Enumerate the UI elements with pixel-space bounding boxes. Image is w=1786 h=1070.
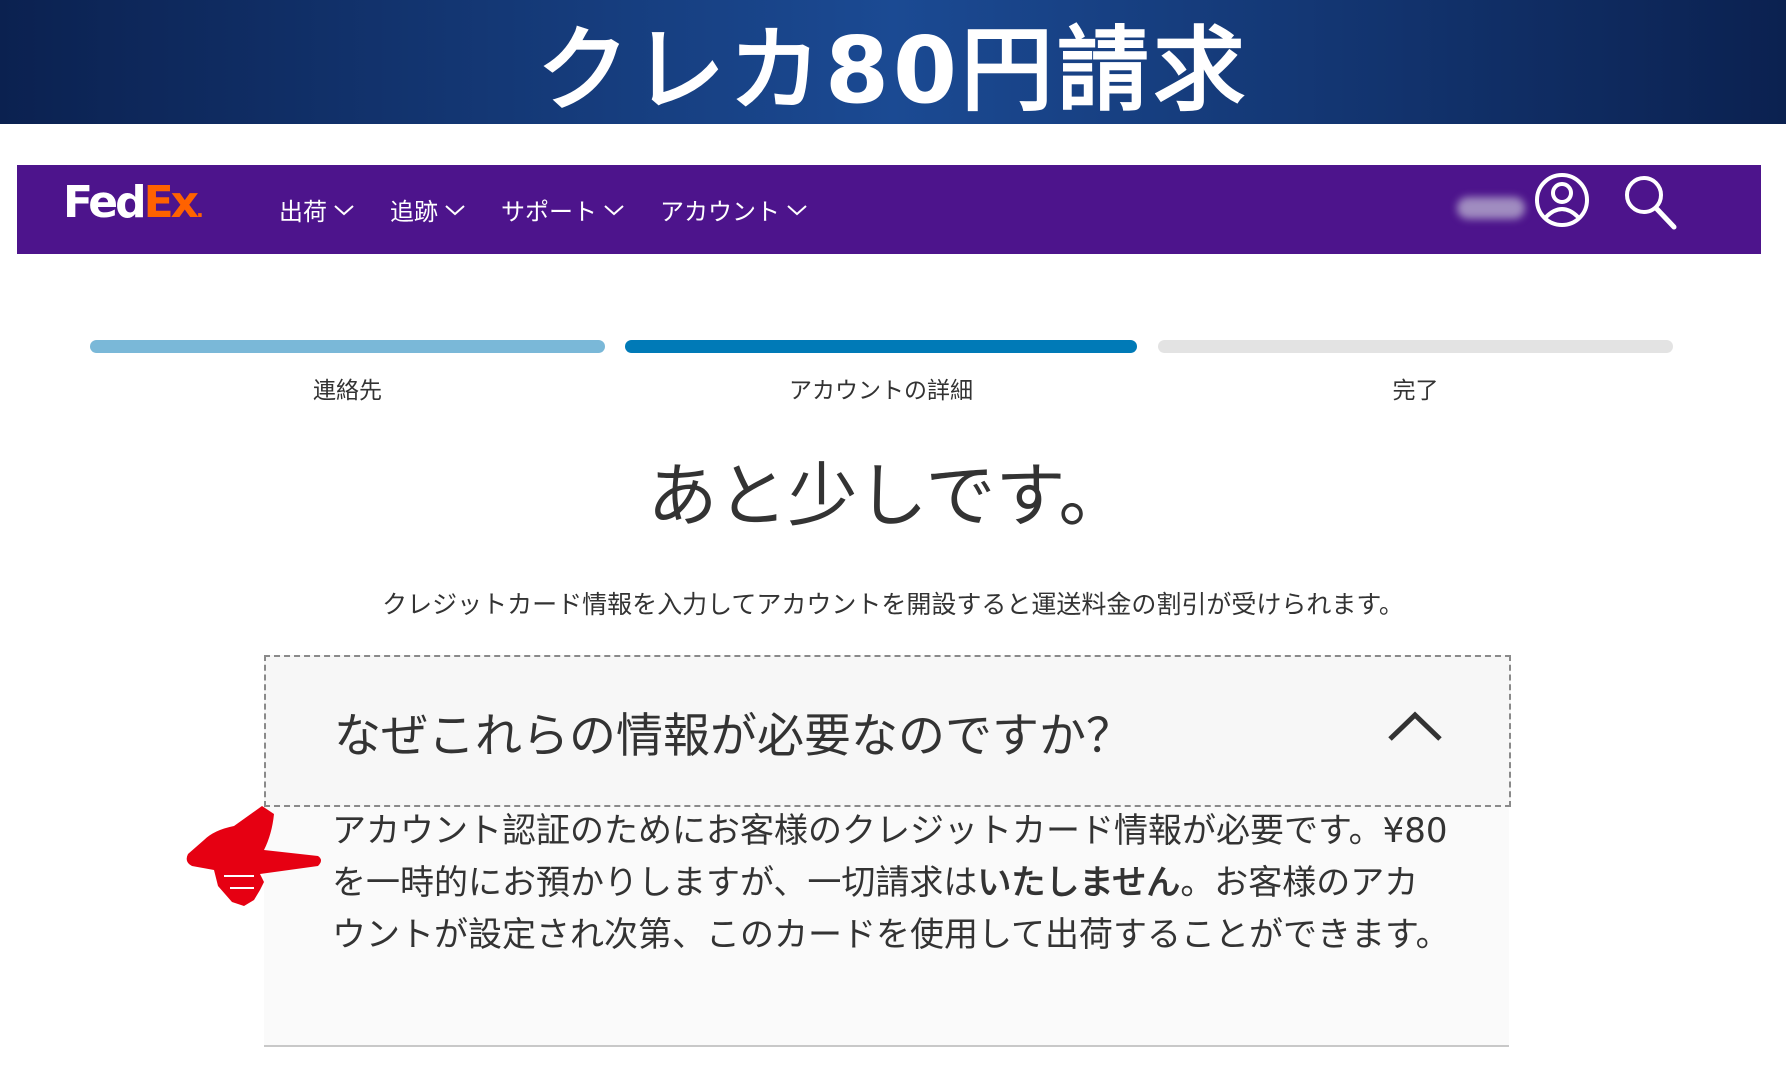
faq-accordion: なぜこれらの情報が必要なのですか？ アカウント認証のためにお客様のクレジットカー… <box>264 655 1511 1047</box>
nav-item-label: 出荷 <box>279 198 327 226</box>
pointing-hand-icon <box>186 806 321 906</box>
progress-steps: 連絡先 アカウントの詳細 完了 <box>90 340 1675 410</box>
logo-fed: Fed <box>63 177 147 228</box>
blurred-username <box>1457 197 1525 219</box>
banner-title: クレカ80円請求 <box>536 16 1250 124</box>
nav-item-label: アカウント <box>660 198 780 226</box>
step-bar <box>90 340 605 353</box>
faq-header[interactable]: なぜこれらの情報が必要なのですか？ <box>264 655 1511 807</box>
step-bar <box>625 340 1137 353</box>
step-label: 連絡先 <box>313 378 382 404</box>
chevron-down-icon <box>604 204 624 215</box>
page-heading: あと少しです。 <box>0 440 1786 541</box>
faq-question: なぜこれらの情報が必要なのですか？ <box>334 709 1133 764</box>
chevron-up-icon[interactable] <box>1386 709 1444 743</box>
step-complete: 完了 <box>1158 340 1673 410</box>
nav-menu: 出荷 追跡 サポート アカウント <box>279 165 843 254</box>
title-banner: クレカ80円請求 <box>0 0 1786 124</box>
nav-item-support[interactable]: サポート <box>501 192 625 227</box>
step-label: アカウントの詳細 <box>789 378 973 404</box>
search-icon[interactable] <box>1622 173 1678 231</box>
chevron-down-icon <box>445 204 465 215</box>
step-bar <box>1158 340 1673 353</box>
chevron-down-icon <box>787 204 807 215</box>
step-account-details: アカウントの詳細 <box>625 340 1137 410</box>
step-contact: 連絡先 <box>90 340 605 410</box>
chevron-down-icon <box>334 204 354 215</box>
nav-item-account[interactable]: アカウント <box>660 192 808 227</box>
fedex-navbar: FedEx. 出荷 追跡 サポート アカウント <box>17 165 1761 254</box>
step-label: 完了 <box>1392 378 1439 404</box>
nav-item-tracking[interactable]: 追跡 <box>390 192 466 227</box>
page-heading-text: あと少しです。 <box>647 455 1129 537</box>
user-icon[interactable] <box>1533 171 1591 229</box>
fedex-logo[interactable]: FedEx. <box>63 177 203 228</box>
divider <box>264 1045 1509 1047</box>
logo-dot: . <box>196 198 203 222</box>
page-subtext: クレジットカード情報を入力してアカウントを開設すると運送料金の割引が受けられます… <box>382 590 1404 619</box>
faq-answer-bold: いたしません <box>977 863 1181 903</box>
nav-item-label: 追跡 <box>390 198 438 226</box>
logo-ex: Ex <box>143 177 199 228</box>
nav-item-shipping[interactable]: 出荷 <box>279 192 355 227</box>
faq-answer: アカウント認証のためにお客様のクレジットカード情報が必要です。¥80を一時的にお… <box>332 805 1452 961</box>
nav-item-label: サポート <box>501 198 597 226</box>
